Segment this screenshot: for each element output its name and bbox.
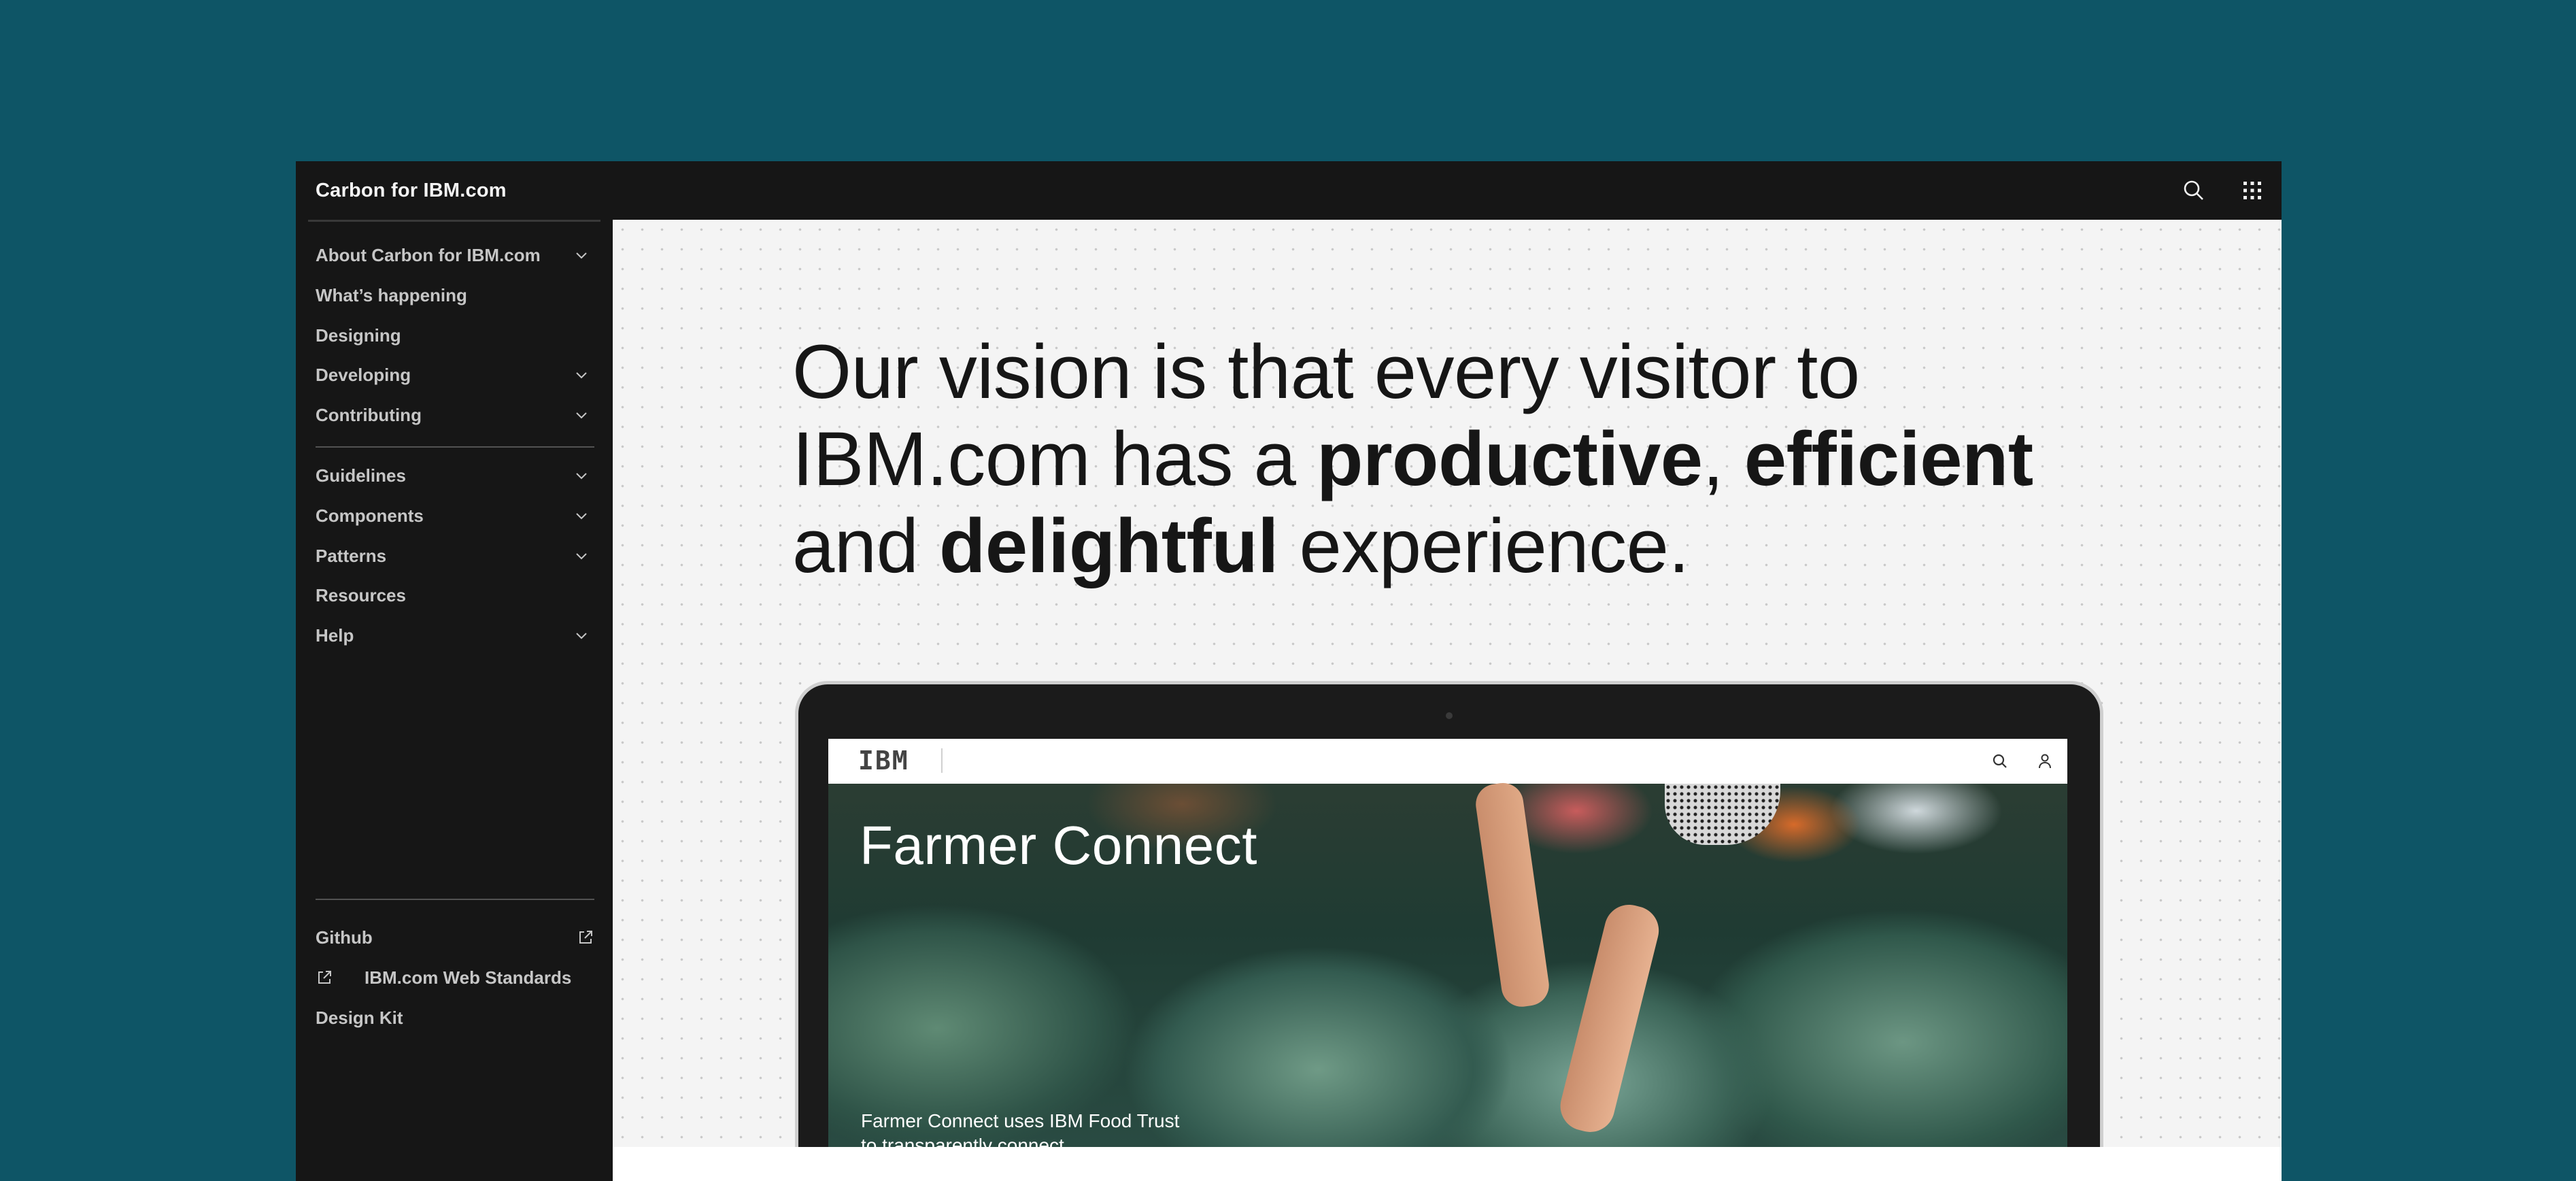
sidebar-item-components[interactable]: Components [316,501,594,531]
sidebar-item-label: Guidelines [316,465,406,486]
camera-dot [1446,712,1453,719]
laptop-mockup: IBM Farmer Connect Farmer Connect uses I… [795,681,2103,1161]
user-icon [2022,739,2067,784]
sidebar-item-label: Developing [316,364,411,385]
ibm-logo: IBM [858,746,909,776]
headline-line-1: Our vision is that every visitor to [792,329,1860,414]
browser-frame: Carbon for IBM.com About Carbon for IBM.… [296,161,2282,1181]
sidebar-item-label: Help [316,625,354,646]
sidebar-link-web-standards[interactable]: IBM.com Web Standards [316,963,594,993]
chevron-down-icon [576,252,587,259]
sidebar-item-label: Components [316,505,424,526]
sidebar-item-whats-happening[interactable]: What’s happening [316,280,594,310]
chevron-down-icon [576,372,587,379]
search-icon [1978,739,2022,784]
sidebar-link-github[interactable]: Github [316,922,594,952]
logo-divider [941,748,943,773]
sidebar-item-label: Contributing [316,404,422,425]
top-header: Carbon for IBM.com [296,161,2282,220]
sidebar-item-patterns[interactable]: Patterns [316,541,594,571]
headline-line-3: and delightful experience. [792,503,1690,588]
sidebar-divider [316,899,594,900]
sidebar-item-resources[interactable]: Resources [316,580,594,610]
launch-icon [579,931,592,944]
chevron-down-icon [576,412,587,419]
mini-site-header: IBM [828,739,2067,784]
brand-name[interactable]: Carbon for IBM.com [316,180,507,202]
hero-image: Farmer Connect Farmer Connect uses IBM F… [828,780,2067,1157]
hero-title: Farmer Connect [860,815,1257,876]
sleeve-pattern [1665,784,1780,845]
header-actions [2165,161,2282,220]
side-nav: About Carbon for IBM.com What’s happenin… [296,220,613,1181]
chevron-down-icon [576,473,587,480]
sidebar-link-label: Design Kit [316,1007,403,1028]
sidebar-item-contributing[interactable]: Contributing [316,400,594,430]
launch-icon [318,971,331,984]
sidebar-item-help[interactable]: Help [316,620,594,650]
content-bottom-strip [613,1147,2282,1181]
main-content: Our vision is that every visitor to IBM.… [613,220,2282,1181]
sidebar-link-label: Github [316,927,373,948]
sidebar-link-label: IBM.com Web Standards [365,967,572,988]
sidebar-item-label: Resources [316,584,406,605]
arm-shape [1555,899,1664,1137]
laptop-screen: IBM Farmer Connect Farmer Connect uses I… [828,739,2067,1157]
sidebar-item-developing[interactable]: Developing [316,360,594,390]
chevron-down-icon [576,633,587,639]
vision-headline: Our vision is that every visitor to IBM.… [792,329,2084,590]
chevron-down-icon [576,513,587,520]
sidebar-top-divider [308,220,600,222]
sidebar-item-about[interactable]: About Carbon for IBM.com [316,240,594,270]
headline-line-2: IBM.com has a productive, efficient [792,416,2033,501]
sidebar-item-label: Designing [316,325,401,346]
sidebar-item-label: What’s happening [316,284,467,305]
mini-header-icons [1978,739,2067,784]
sidebar-item-label: About Carbon for IBM.com [316,244,541,265]
sidebar-divider [316,446,594,448]
app-switcher-icon[interactable] [2223,161,2282,220]
sidebar-link-design-kit[interactable]: Design Kit [316,1003,594,1033]
arm-shape [1473,780,1552,1010]
search-icon[interactable] [2165,161,2223,220]
chevron-down-icon [576,553,587,560]
sidebar-item-label: Patterns [316,545,387,566]
sidebar-item-designing[interactable]: Designing [316,320,594,350]
sidebar-item-guidelines[interactable]: Guidelines [316,461,594,490]
